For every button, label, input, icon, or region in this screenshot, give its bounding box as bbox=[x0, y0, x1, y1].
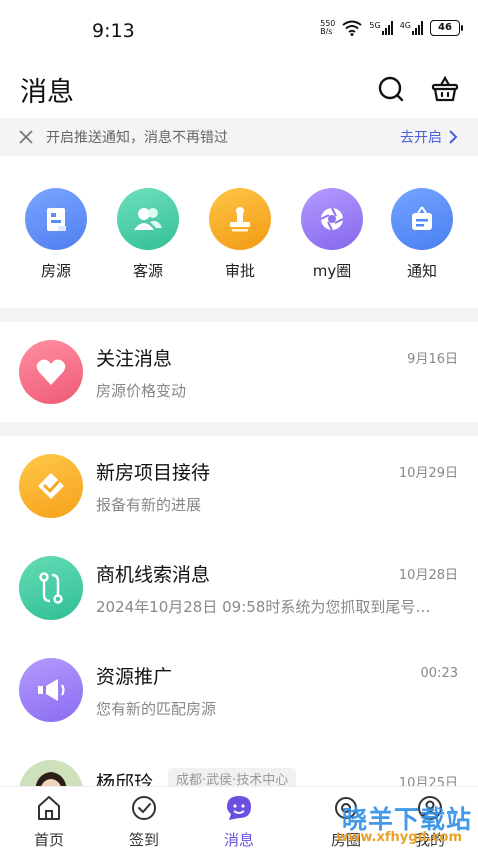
signal-4g: 4G bbox=[400, 21, 423, 35]
section-divider bbox=[0, 308, 478, 322]
notice-icon bbox=[391, 188, 453, 250]
aperture-icon bbox=[301, 188, 363, 250]
checkin-icon bbox=[132, 796, 156, 820]
push-banner-text: 开启推送通知，消息不再错过 bbox=[46, 130, 228, 146]
heart-icon bbox=[19, 340, 83, 404]
home-icon bbox=[38, 796, 60, 820]
message-time: 9月16日 bbox=[407, 352, 458, 367]
wifi-icon bbox=[342, 20, 363, 36]
tab-home[interactable]: 首页 bbox=[9, 793, 89, 850]
search-icon[interactable] bbox=[376, 74, 406, 104]
user-avatar bbox=[19, 760, 83, 786]
message-item-leads[interactable]: 商机线索消息 2024年10月28日 09:58时系统为您抓取到尾号… 10月2… bbox=[0, 538, 478, 638]
megaphone-icon bbox=[19, 658, 83, 722]
quick-entries: 房源 客源 审批 my圈 通知 bbox=[0, 156, 478, 308]
status-time: 9:13 bbox=[92, 20, 135, 42]
chevron-right-icon bbox=[449, 130, 458, 144]
message-title: 资源推广 bbox=[96, 666, 173, 688]
signal-bars-icon bbox=[412, 21, 423, 35]
enable-push-link[interactable]: 去开启 bbox=[400, 127, 458, 147]
message-title: 商机线索消息 bbox=[96, 564, 211, 586]
people-icon bbox=[117, 188, 179, 250]
message-subtitle: 报备有新的进展 bbox=[96, 496, 202, 514]
message-time: 00:23 bbox=[420, 666, 458, 681]
net-speed: 550 B/s bbox=[320, 19, 336, 36]
message-subtitle: 2024年10月28日 09:58时系统为您抓取到尾号… bbox=[96, 598, 431, 616]
message-subtitle: 房源价格变动 bbox=[96, 382, 187, 400]
department-tag: 成都·武侯·技术中心 bbox=[168, 768, 297, 786]
building-icon bbox=[25, 188, 87, 250]
status-indicators: 550 B/s 5G 4G 46 bbox=[320, 19, 463, 36]
handshake-icon bbox=[19, 454, 83, 518]
message-time: 10月29日 bbox=[398, 466, 458, 481]
message-time: 10月25日 bbox=[398, 776, 458, 786]
message-title: 关注消息 bbox=[96, 348, 173, 370]
tab-checkin[interactable]: 签到 bbox=[104, 793, 184, 850]
message-time: 10月28日 bbox=[398, 568, 458, 583]
section-divider bbox=[0, 422, 478, 436]
quick-entry-listings[interactable]: 房源 bbox=[16, 188, 96, 281]
basket-icon[interactable] bbox=[430, 74, 460, 104]
message-title: 杨邱玲 bbox=[96, 772, 154, 786]
page-title: 消息 bbox=[20, 77, 74, 108]
quick-entry-approval[interactable]: 审批 bbox=[200, 188, 280, 281]
message-item-follow[interactable]: 关注消息 房源价格变动 9月16日 bbox=[0, 322, 478, 422]
header: 消息 bbox=[0, 58, 478, 120]
chat-icon bbox=[227, 796, 251, 820]
message-title: 新房项目接待 bbox=[96, 462, 211, 484]
message-item-promotion[interactable]: 资源推广 您有新的匹配房源 00:23 bbox=[0, 640, 478, 740]
message-item-new-project[interactable]: 新房项目接待 报备有新的进展 10月29日 bbox=[0, 436, 478, 536]
close-icon[interactable] bbox=[18, 129, 34, 145]
quick-entry-notice[interactable]: 通知 bbox=[382, 188, 462, 281]
tab-messages[interactable]: 消息 bbox=[199, 793, 279, 850]
message-subtitle: 您有新的匹配房源 bbox=[96, 700, 217, 718]
quick-entry-clients[interactable]: 客源 bbox=[108, 188, 188, 281]
push-banner: 开启推送通知，消息不再错过 去开启 bbox=[0, 118, 478, 156]
signal-5g: 5G bbox=[369, 21, 393, 35]
message-item-contact[interactable]: 杨邱玲 成都·武侯·技术中心 10月25日 bbox=[0, 744, 478, 786]
route-icon bbox=[19, 556, 83, 620]
stamp-icon bbox=[209, 188, 271, 250]
quick-entry-my-circle[interactable]: my圈 bbox=[292, 188, 372, 281]
signal-bars-icon bbox=[381, 21, 393, 35]
watermark-url: www.xfhygd.com bbox=[336, 830, 462, 845]
status-bar: 9:13 550 B/s 5G 4G 46 bbox=[0, 0, 478, 58]
battery-icon: 46 bbox=[430, 20, 463, 36]
